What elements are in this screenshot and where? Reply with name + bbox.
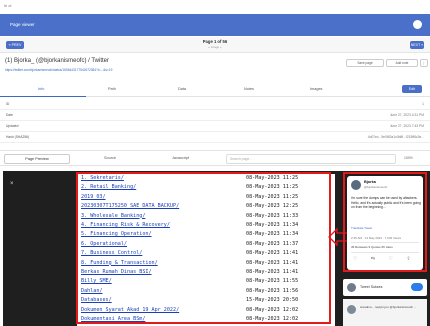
tab-data[interactable]: Data xyxy=(178,87,186,91)
avatar xyxy=(347,305,356,314)
user-avatar-icon[interactable] xyxy=(413,20,422,29)
page-title: (1) Bjorka_ (@bjorkanismeofc) / Twitter xyxy=(5,58,110,64)
info-key: ID xyxy=(6,102,10,106)
app-title: Page viewer xyxy=(10,22,35,27)
annotation-box-tweet xyxy=(343,172,427,272)
zoom-level[interactable]: 100% xyxy=(404,156,413,160)
annotation-box-listing xyxy=(76,172,331,324)
edit-button[interactable]: Edit xyxy=(402,85,422,93)
tab-path[interactable]: Path xyxy=(108,87,116,91)
info-key: Updated xyxy=(6,124,19,128)
reply-text: sreadmo... replying to @bjorkanismeofc .… xyxy=(360,305,417,309)
top-strip-text: hi ol xyxy=(4,3,12,8)
more-menu-button[interactable]: ⋮ xyxy=(420,59,428,67)
search-input[interactable]: Search page... xyxy=(226,154,396,164)
close-icon[interactable]: × xyxy=(10,181,14,187)
avatar xyxy=(347,283,356,292)
active-tab-underline xyxy=(0,96,86,97)
page-url-link[interactable]: https://twitter.com/bjorkanismeofc/statu… xyxy=(5,68,112,72)
save-page-button[interactable]: Save page xyxy=(346,59,384,67)
tab-source[interactable]: Source xyxy=(104,156,116,160)
info-row-date: Date June 27, 2023 4:31 PM xyxy=(0,110,430,121)
info-key: Date xyxy=(6,113,13,117)
tab-notes[interactable]: Notes xyxy=(244,87,254,91)
reply-prompt[interactable]: Tweet Sukses xyxy=(360,285,382,289)
info-row-updated: Updated June 27, 2023 7:43 PM xyxy=(0,121,430,132)
tab-images[interactable]: Images xyxy=(310,87,322,91)
page-sublabel: « image » xyxy=(208,45,222,49)
info-value: June 27, 2023 7:43 PM xyxy=(389,124,424,128)
app-header: Page viewer xyxy=(0,14,430,36)
page-indicator: Page 1 of 56 xyxy=(202,39,228,44)
reply-item xyxy=(343,299,427,326)
info-value: 4d07ec...9e08f2a1c0b8f...f215ff8c3e... xyxy=(367,135,424,139)
tab-page-preview[interactable]: Page Preview xyxy=(4,154,70,164)
info-value: 1 xyxy=(422,102,424,106)
preview-tabs: Page Preview Source Javascript Search pa… xyxy=(0,150,430,166)
info-row-hash: Hash (SHA256) 4d07ec...9e08f2a1c0b8f...f… xyxy=(0,132,430,143)
next-button[interactable]: NEXT » xyxy=(410,41,424,49)
prev-button[interactable]: « PREV xyxy=(6,41,24,49)
reply-button[interactable] xyxy=(411,283,423,291)
info-value: June 27, 2023 4:31 PM xyxy=(389,113,424,117)
top-strip: hi ol xyxy=(0,0,430,14)
info-tabs: Info Path Data Notes Images Edit xyxy=(0,83,430,97)
pagination-bar: « PREV Page 1 of 56 « image » NEXT » xyxy=(0,37,430,53)
add-note-button[interactable]: Add note xyxy=(386,59,418,67)
info-row-id: ID 1 xyxy=(0,99,430,110)
tab-javascript[interactable]: Javascript xyxy=(172,156,189,160)
info-key: Hash (SHA256) xyxy=(6,135,30,139)
tab-info[interactable]: Info xyxy=(38,87,44,91)
